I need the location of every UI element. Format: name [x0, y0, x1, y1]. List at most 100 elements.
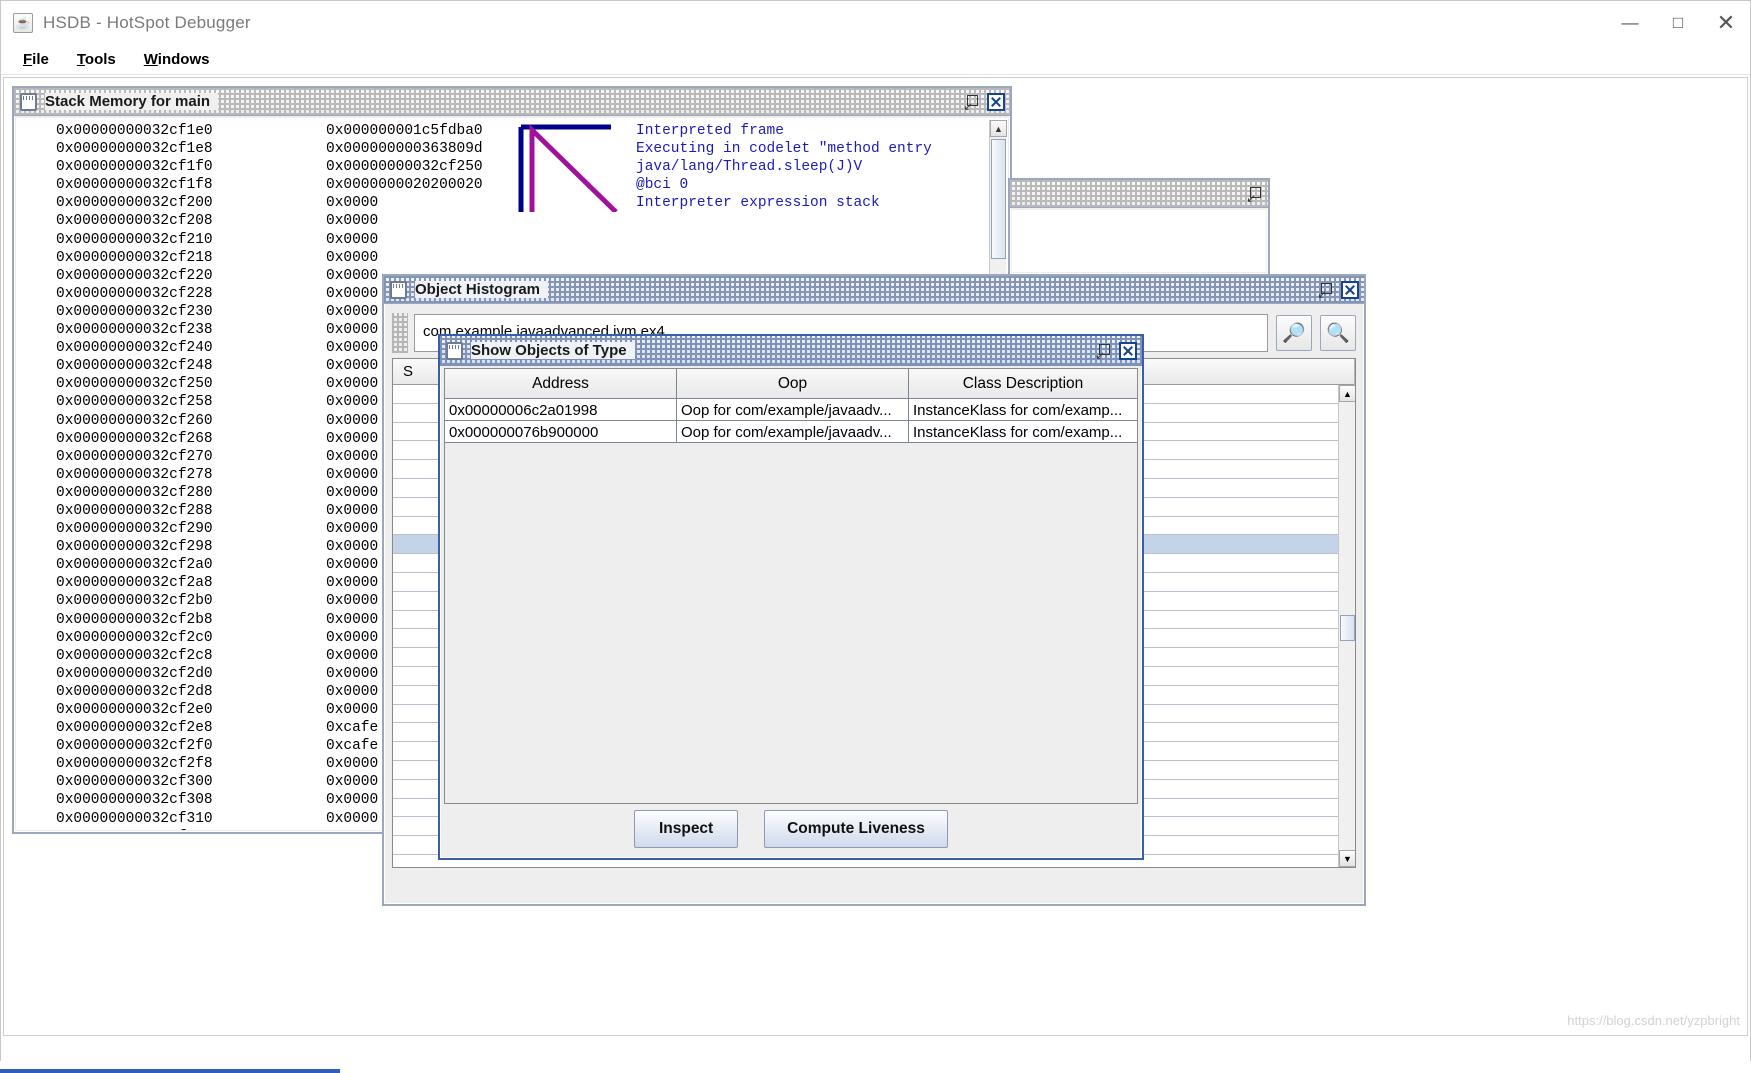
stack-value-cell: 0x0000 — [326, 231, 379, 248]
histogram-status-bar — [392, 872, 1356, 898]
show-objects-dialog[interactable]: Show Objects of Type Address Oop Class D… — [438, 334, 1144, 860]
stack-memory-titlebar[interactable]: Stack Memory for main — [14, 88, 1010, 116]
restore-icon — [964, 95, 978, 113]
scroll-thumb[interactable] — [1340, 615, 1355, 641]
scroll-thumb[interactable] — [991, 139, 1006, 259]
objects-col-address[interactable]: Address — [445, 369, 677, 399]
background-window-titlebar[interactable] — [1010, 180, 1268, 208]
window-frame-icon — [446, 341, 463, 360]
stack-address-cell: 0x00000000032cf218 — [56, 249, 213, 266]
stack-address-cell: 0x00000000032cf258 — [56, 394, 213, 411]
toolbar-drag-handle[interactable] — [392, 313, 408, 353]
minimize-button[interactable]: — — [1606, 1, 1654, 45]
stack-address-cell: 0x00000000032cf1f8 — [56, 177, 213, 194]
stack-address-cell: 0x00000000032cf2f0 — [56, 738, 213, 755]
histogram-close-button[interactable] — [1339, 280, 1361, 300]
objects-table[interactable]: Address Oop Class Description 0x00000006… — [444, 368, 1138, 804]
objects-col-oop[interactable]: Oop — [677, 369, 909, 399]
main-window: ☕ HSDB - HotSpot Debugger — □ ✕ File Too… — [0, 0, 1751, 1073]
stack-value-cell: 0x0000 — [326, 195, 379, 212]
frame-annotations: Interpreted frame Executing in codelet "m… — [636, 122, 932, 212]
stack-address-cell: 0x00000000032cf238 — [56, 322, 213, 339]
dialog-restore-button[interactable] — [1092, 341, 1114, 362]
menu-tools-label: ools — [84, 51, 116, 68]
menu-windows[interactable]: Windows — [130, 48, 224, 71]
compute-liveness-button[interactable]: Compute Liveness — [764, 810, 948, 848]
screen-root: ☕ HSDB - HotSpot Debugger — □ ✕ File Too… — [0, 0, 1751, 1073]
background-window[interactable] — [1008, 178, 1270, 276]
stack-address-cell: 0x00000000032cf2f8 — [56, 756, 213, 773]
objects-col-class-description[interactable]: Class Description — [909, 369, 1137, 399]
stack-address-cell: 0x00000000032cf248 — [56, 358, 213, 375]
background-window-body — [1012, 210, 1266, 272]
cell-class-description: InstanceKlass for com/examp... — [913, 401, 1123, 419]
magnifier-icon[interactable]: 🔍 — [1320, 315, 1356, 351]
menu-file[interactable]: File — [9, 48, 63, 71]
background-restore-button[interactable] — [1243, 184, 1265, 205]
stack-address-cell: 0x00000000032cf2d8 — [56, 683, 213, 700]
dialog-close-button[interactable] — [1117, 341, 1139, 361]
stack-address-cell: 0x00000000032cf280 — [56, 484, 213, 501]
stack-address-cell: 0x00000000032cf240 — [56, 340, 213, 357]
histogram-restore-button[interactable] — [1314, 280, 1336, 301]
stack-address-cell: 0x00000000032cf300 — [56, 774, 213, 791]
maximize-button[interactable]: □ — [1654, 1, 1702, 45]
stack-address-cell: 0x00000000032cf308 — [56, 792, 213, 809]
object-histogram-title: Object Histogram — [415, 281, 549, 298]
stack-address-cell: 0x00000000032cf2e8 — [56, 720, 213, 737]
cell-address: 0x00000006c2a01998 — [445, 399, 677, 421]
restore-icon — [1318, 283, 1332, 301]
object-histogram-titlebar[interactable]: Object Histogram — [384, 276, 1364, 304]
java-cup-icon: ☕ — [13, 13, 33, 33]
stack-address-cell: 0x00000000032cf290 — [56, 521, 213, 538]
stack-restore-button[interactable] — [960, 92, 982, 113]
taskbar — [0, 1061, 1751, 1073]
menu-tools[interactable]: Tools — [63, 48, 130, 71]
stack-address-cell: 0x00000000032cf260 — [56, 412, 213, 429]
frame-annotation-line: java/lang/Thread.sleep(J)V — [636, 159, 863, 176]
binoculars-icon[interactable]: 🔎 — [1276, 315, 1312, 351]
stack-address-cell: 0x00000000032cf200 — [56, 195, 213, 212]
scroll-down-icon[interactable]: ▼ — [1339, 850, 1355, 867]
histogram-vertical-scrollbar[interactable]: ▲ ▼ — [1338, 385, 1355, 867]
close-icon — [1341, 280, 1359, 299]
cell-class-description: InstanceKlass for com/examp... — [913, 423, 1123, 441]
stack-address-cell: 0x00000000032cf298 — [56, 539, 213, 556]
cell-address: 0x000000076b900000 — [445, 421, 677, 443]
inspect-button[interactable]: Inspect — [634, 810, 739, 848]
stack-address-cell: 0x00000000032cf278 — [56, 466, 213, 483]
table-row[interactable]: 0x000000076b900000 Oop for com/example/ja… — [445, 421, 1137, 443]
stack-address-column: 0x00000000032cf1e0 0x00000000032cf1e8 0x00… — [56, 122, 213, 830]
show-objects-title: Show Objects of Type — [471, 342, 635, 359]
menu-file-label: ile — [32, 51, 49, 68]
stack-address-cell: 0x00000000032cf2a0 — [56, 557, 213, 574]
restore-icon — [1247, 187, 1261, 205]
stack-close-button[interactable] — [985, 92, 1007, 112]
mdi-desktop: Stack Memory for main 0x00000000032cf1e0… — [3, 77, 1748, 1036]
frame-annotation-line: @bci 0 — [636, 177, 689, 194]
scroll-up-icon[interactable]: ▲ — [1339, 385, 1355, 402]
stack-address-cell: 0x00000000032cf230 — [56, 303, 213, 320]
stack-address-cell: 0x00000000032cf208 — [56, 213, 213, 230]
stack-address-cell: 0x00000000032cf220 — [56, 267, 213, 284]
frame-annotation-line: Interpreted frame — [636, 123, 784, 139]
close-button[interactable]: ✕ — [1702, 1, 1750, 45]
window-frame-icon — [390, 280, 407, 299]
dialog-buttons: Inspect Compute Liveness — [442, 808, 1140, 850]
stack-address-cell: 0x00000000032cf1e8 — [56, 141, 213, 158]
frame-annotation-line: Executing in codelet "method entry — [636, 141, 932, 158]
stack-memory-title: Stack Memory for main — [45, 93, 219, 110]
show-objects-titlebar[interactable]: Show Objects of Type — [440, 336, 1142, 366]
show-objects-body: Address Oop Class Description 0x00000006… — [442, 366, 1140, 856]
window-title: HSDB - HotSpot Debugger — [43, 13, 251, 32]
window-controls: — □ ✕ — [1606, 1, 1750, 45]
cell-oop: Oop for com/example/javaadv... — [677, 421, 909, 443]
stack-address-cell: 0x00000000032cf288 — [56, 502, 213, 519]
watermark-text: https://blog.csdn.net/yzpbright — [1567, 1013, 1740, 1028]
taskbar-strip — [0, 1069, 340, 1073]
objects-table-rows[interactable]: 0x00000006c2a01998 Oop for com/example/ja… — [445, 399, 1137, 443]
frame-marker-lines — [518, 124, 618, 212]
stack-value-cell: 0x000000000363809d — [326, 141, 483, 158]
table-row[interactable]: 0x00000006c2a01998 Oop for com/example/ja… — [445, 399, 1137, 421]
scroll-up-icon[interactable]: ▲ — [990, 120, 1007, 137]
